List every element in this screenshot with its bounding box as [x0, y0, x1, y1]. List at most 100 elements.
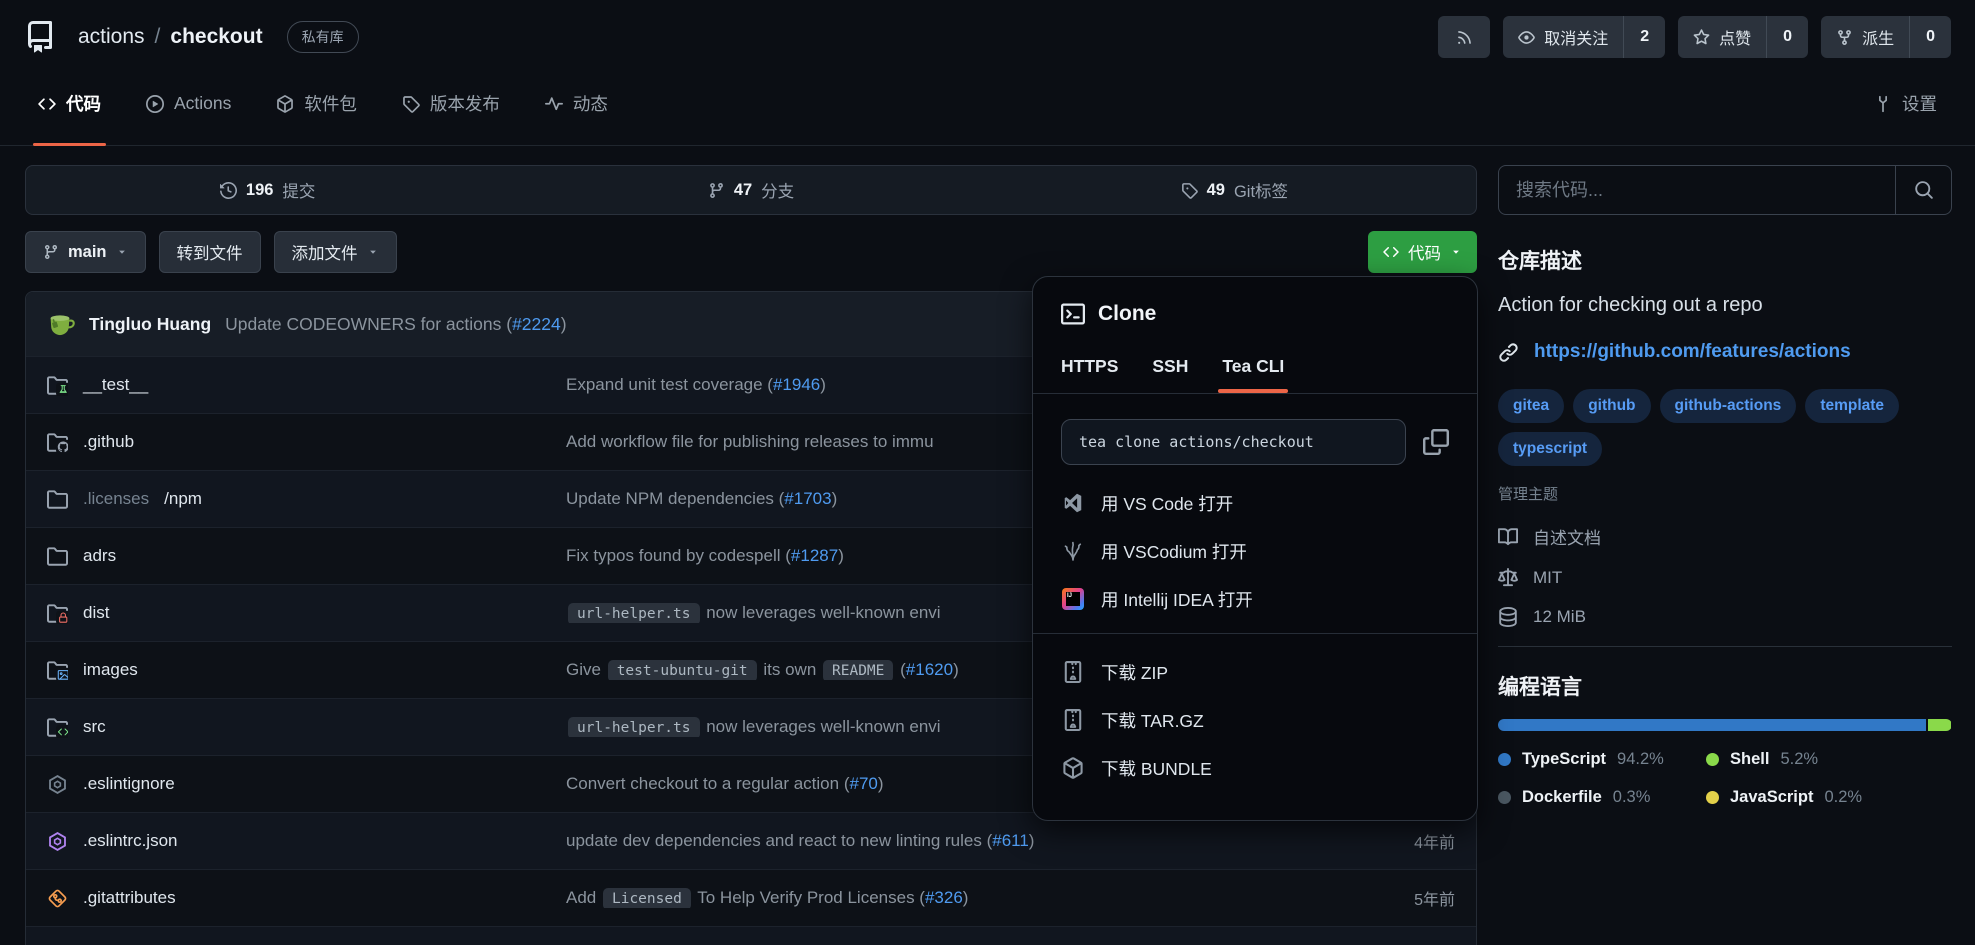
- file-name-link[interactable]: .eslintrc.json: [83, 831, 177, 851]
- search-input[interactable]: [1499, 166, 1895, 214]
- zip-menu-item[interactable]: 下载 ZIP: [1061, 648, 1449, 696]
- commit-message-text: (: [895, 660, 905, 679]
- topic-template[interactable]: template: [1805, 389, 1899, 423]
- fork-button[interactable]: 派生 0: [1821, 16, 1951, 58]
- add-file-button[interactable]: 添加文件: [274, 231, 397, 273]
- file-name-link[interactable]: __test__: [83, 375, 148, 395]
- topic-github[interactable]: github: [1573, 389, 1650, 423]
- topic-typescript[interactable]: typescript: [1498, 432, 1602, 466]
- lang-pct: 94.2%: [1617, 750, 1664, 769]
- commit-pr-link[interactable]: #1946: [773, 375, 820, 394]
- languages-title: 编程语言: [1498, 671, 1952, 701]
- lang-item-javascript: JavaScript 0.2%: [1706, 788, 1952, 807]
- readme-link[interactable]: 自述文档: [1498, 524, 1952, 549]
- code-icon: [1383, 244, 1399, 260]
- copy-button[interactable]: [1423, 429, 1449, 455]
- watch-count[interactable]: 2: [1623, 16, 1665, 58]
- commit-message-text: ): [832, 489, 838, 508]
- clone-tab-tea-cli[interactable]: Tea CLI: [1222, 356, 1284, 393]
- tab-code[interactable]: 代码: [38, 62, 101, 145]
- file-name-link[interactable]: dist: [83, 603, 109, 623]
- topic-gitea[interactable]: gitea: [1498, 389, 1564, 423]
- vscodium-menu-item[interactable]: 用 VSCodium 打开: [1061, 527, 1449, 575]
- tab-settings[interactable]: 设置: [1874, 62, 1937, 145]
- lang-pct: 0.2%: [1824, 788, 1862, 807]
- unwatch-button[interactable]: 取消关注 2: [1503, 16, 1665, 58]
- commit-pr-link[interactable]: #70: [849, 774, 877, 793]
- star-count[interactable]: 0: [1766, 16, 1808, 58]
- lang-name: JavaScript: [1730, 788, 1813, 807]
- file-name-link[interactable]: .gitattributes: [83, 888, 176, 908]
- file-age: 4年前: [1316, 829, 1476, 853]
- branch-name: main: [68, 243, 107, 262]
- tab-actions[interactable]: Actions: [146, 62, 231, 145]
- license-link[interactable]: MIT: [1498, 568, 1952, 588]
- tab-releases-label: 版本发布: [430, 91, 500, 116]
- file-name-link[interactable]: .eslintignore: [83, 774, 175, 794]
- zip-menu-item[interactable]: 下载 TAR.GZ: [1061, 696, 1449, 744]
- clone-tab-ssh[interactable]: SSH: [1152, 356, 1188, 393]
- owner-link[interactable]: actions: [78, 25, 145, 49]
- website-link[interactable]: https://github.com/features/actions: [1534, 341, 1851, 363]
- branches-stat[interactable]: 47分支: [509, 178, 992, 202]
- eslint-gray-icon: [47, 774, 68, 795]
- tab-activity[interactable]: 动态: [545, 62, 608, 145]
- menu-item-label: 下载 ZIP: [1101, 660, 1168, 685]
- commit-pr-link[interactable]: #326: [925, 888, 963, 907]
- folder-lock-icon: [47, 603, 68, 624]
- chevron-down-icon: [116, 246, 128, 258]
- file-row[interactable]: [26, 926, 1476, 945]
- lang-pct: 5.2%: [1780, 750, 1818, 769]
- code-download-button[interactable]: 代码: [1368, 231, 1477, 273]
- file-name-cell: __test__: [26, 375, 566, 396]
- tags-stat[interactable]: 49Git标签: [993, 178, 1476, 202]
- file-toolbar: main 转到文件 添加文件 代码: [25, 230, 1477, 274]
- manage-topics-link[interactable]: 管理主题: [1498, 483, 1558, 504]
- cube-menu-item[interactable]: 下载 BUNDLE: [1061, 744, 1449, 792]
- code-chip: url-helper.ts: [568, 717, 700, 737]
- cube-icon: [1061, 756, 1085, 780]
- repo-book-icon: [24, 21, 56, 53]
- fork-count[interactable]: 0: [1909, 16, 1951, 58]
- commit-message-text: ): [838, 546, 844, 565]
- commit-message-text: Add workflow file for publishing release…: [566, 432, 934, 451]
- terminal-icon: [1061, 302, 1085, 326]
- clone-tab-https[interactable]: HTTPS: [1061, 356, 1118, 393]
- tab-packages[interactable]: 软件包: [276, 62, 357, 145]
- eslint-purple-icon: [47, 831, 68, 852]
- commit-pr-link[interactable]: #1620: [906, 660, 953, 679]
- rss-icon: [1456, 29, 1473, 46]
- commit-pr-link[interactable]: #2224: [512, 314, 561, 334]
- idea-menu-item[interactable]: IJ用 Intellij IDEA 打开: [1061, 575, 1449, 623]
- search-button[interactable]: [1895, 166, 1951, 214]
- vscode-menu-item[interactable]: 用 VS Code 打开: [1061, 479, 1449, 527]
- file-name-link[interactable]: adrs: [83, 546, 116, 566]
- author-avatar[interactable]: [45, 309, 75, 339]
- file-row[interactable]: .gitattributesAdd Licensed To Help Verif…: [26, 869, 1476, 926]
- commit-pr-link[interactable]: #1703: [784, 489, 831, 508]
- git-branch-icon: [43, 244, 59, 260]
- topic-github-actions[interactable]: github-actions: [1660, 389, 1797, 423]
- commit-pr-link[interactable]: #1287: [791, 546, 838, 565]
- file-name-link[interactable]: images: [83, 660, 138, 680]
- file-name-cell: .gitattributes: [26, 888, 566, 909]
- commit-pr-link[interactable]: #611: [992, 831, 1029, 850]
- star-button[interactable]: 点赞 0: [1678, 16, 1808, 58]
- git-branch-icon: [708, 182, 725, 199]
- breadcrumb: actions / checkout 私有库: [78, 21, 359, 53]
- commit-message-text: Expand unit test coverage (: [566, 375, 773, 394]
- file-name-link[interactable]: .github: [83, 432, 134, 452]
- breadcrumb-separator: /: [155, 25, 161, 49]
- commits-stat[interactable]: 196提交: [26, 178, 509, 202]
- branch-selector[interactable]: main: [25, 231, 146, 273]
- repo-name-link[interactable]: checkout: [170, 25, 262, 49]
- commit-author-link[interactable]: Tingluo Huang: [89, 314, 211, 335]
- clone-command-input[interactable]: [1061, 419, 1406, 465]
- go-to-file-button[interactable]: 转到文件: [159, 231, 261, 273]
- file-name-link[interactable]: src: [83, 717, 106, 737]
- rss-button[interactable]: [1438, 16, 1490, 58]
- tab-releases[interactable]: 版本发布: [402, 62, 500, 145]
- fork-label: 派生: [1862, 25, 1894, 49]
- tab-activity-label: 动态: [573, 91, 608, 116]
- file-name-link[interactable]: /npm: [164, 489, 202, 509]
